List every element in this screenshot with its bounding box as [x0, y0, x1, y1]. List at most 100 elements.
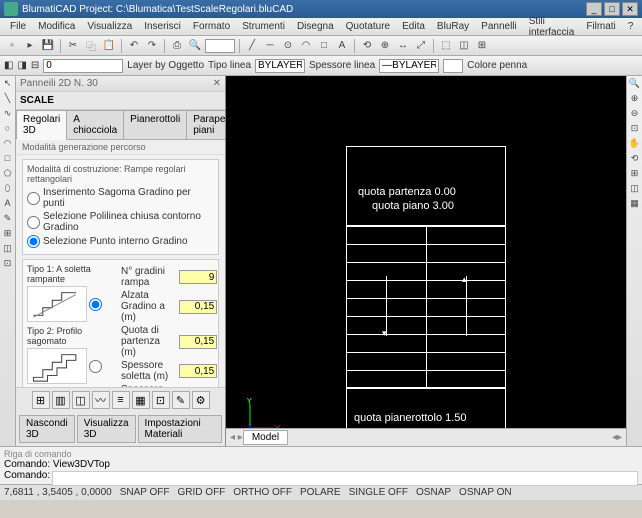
- status-item[interactable]: SNAP OFF: [120, 487, 170, 498]
- view-icon[interactable]: ⚙: [192, 391, 210, 409]
- lineweight-select[interactable]: [379, 59, 439, 73]
- scroll-right-icon[interactable]: ▸: [617, 432, 622, 443]
- quota-input[interactable]: [179, 335, 217, 349]
- redo-icon[interactable]: ↷: [144, 38, 160, 54]
- linetype-select[interactable]: [255, 59, 305, 73]
- view-icon[interactable]: ✎: [172, 391, 190, 409]
- view-icon[interactable]: ▦: [132, 391, 150, 409]
- btab-visualizza[interactable]: Visualizza 3D: [77, 415, 136, 443]
- layer-select[interactable]: [43, 59, 123, 73]
- alzata-input[interactable]: [179, 300, 217, 314]
- menu-item[interactable]: Formato: [187, 19, 236, 34]
- menu-item[interactable]: Inserisci: [138, 19, 187, 34]
- tool-icon[interactable]: ⊖: [628, 108, 642, 122]
- btab-nascondi[interactable]: Nascondi 3D: [19, 415, 75, 443]
- copy-icon[interactable]: ⿻: [83, 38, 99, 54]
- status-item[interactable]: GRID OFF: [178, 487, 226, 498]
- tab-regolari[interactable]: Regolari 3D: [16, 110, 67, 140]
- tool-icon[interactable]: □: [1, 153, 15, 167]
- print-icon[interactable]: ⎙: [169, 38, 185, 54]
- tool-icon[interactable]: ⟲: [628, 153, 642, 167]
- view-icon[interactable]: ▥: [52, 391, 70, 409]
- view-icon[interactable]: 〰: [92, 391, 110, 409]
- tool-icon[interactable]: ⟲: [359, 38, 375, 54]
- radio-polilinea[interactable]: [27, 216, 40, 229]
- undo-icon[interactable]: ↶: [126, 38, 142, 54]
- new-icon[interactable]: ▫: [4, 38, 20, 54]
- tool-icon[interactable]: ◠: [1, 138, 15, 152]
- tool-icon[interactable]: ✋: [628, 138, 642, 152]
- minimize-button[interactable]: _: [586, 2, 602, 16]
- tool-icon[interactable]: ⬠: [1, 168, 15, 182]
- viewport[interactable]: quota partenza 0.00 quota piano 3.00 ▾ ▴…: [226, 76, 626, 446]
- tool-icon[interactable]: A: [334, 38, 350, 54]
- tool-icon[interactable]: ⬯: [1, 183, 15, 197]
- tool-icon[interactable]: □: [316, 38, 332, 54]
- tool-icon[interactable]: ─: [262, 38, 278, 54]
- tool-icon[interactable]: ⊕: [628, 93, 642, 107]
- tool-icon[interactable]: ◫: [456, 38, 472, 54]
- tool-icon[interactable]: ✎: [1, 213, 15, 227]
- menu-item[interactable]: Pannelli: [475, 19, 523, 34]
- menu-item[interactable]: Strumenti: [236, 19, 291, 34]
- menu-item[interactable]: Disegna: [291, 19, 340, 34]
- tab-pianerottoli[interactable]: Pianerottoli: [123, 110, 187, 139]
- color-input[interactable]: [443, 59, 463, 73]
- gradini-input[interactable]: [179, 270, 217, 284]
- zoom-icon[interactable]: 🔍: [187, 38, 203, 54]
- tool-icon[interactable]: A: [1, 198, 15, 212]
- tool-icon[interactable]: ⊞: [474, 38, 490, 54]
- menu-item[interactable]: Edita: [396, 19, 431, 34]
- tool-icon[interactable]: ⊞: [628, 168, 642, 182]
- status-item[interactable]: OSNAP ON: [459, 487, 512, 498]
- radio-punto[interactable]: [27, 235, 40, 248]
- tool-icon[interactable]: ⊡: [1, 258, 15, 272]
- layer-icon[interactable]: ◧: [4, 60, 13, 71]
- tab-parapetti[interactable]: Parapetti piani: [186, 110, 226, 139]
- view-icon[interactable]: ≡: [112, 391, 130, 409]
- tool-icon[interactable]: ○: [1, 123, 15, 137]
- tool-icon[interactable]: ∿: [1, 108, 15, 122]
- tool-icon[interactable]: ⊙: [280, 38, 296, 54]
- tool-icon[interactable]: ⤢: [413, 38, 429, 54]
- menu-item[interactable]: File: [4, 19, 32, 34]
- save-icon[interactable]: 💾: [40, 38, 56, 54]
- tool-icon[interactable]: ▦: [628, 198, 642, 212]
- view-icon[interactable]: ⊡: [152, 391, 170, 409]
- layer-icon[interactable]: ⊟: [31, 60, 39, 71]
- menu-item[interactable]: BluRay: [431, 19, 475, 34]
- tool-icon[interactable]: ◫: [628, 183, 642, 197]
- radio-tipo2[interactable]: [89, 360, 102, 373]
- menu-item[interactable]: Quotature: [340, 19, 396, 34]
- radio-tipo1[interactable]: [89, 298, 102, 311]
- tool-icon[interactable]: ◫: [1, 243, 15, 257]
- tab-chiocciola[interactable]: A chiocciola: [66, 110, 124, 139]
- tool-icon[interactable]: ⊞: [1, 228, 15, 242]
- tool-icon[interactable]: ⊡: [628, 123, 642, 137]
- menu-item[interactable]: Visualizza: [81, 19, 138, 34]
- menu-item[interactable]: ?: [622, 19, 640, 34]
- view-icon[interactable]: ⊞: [32, 391, 50, 409]
- close-button[interactable]: ✕: [622, 2, 638, 16]
- cut-icon[interactable]: ✂: [65, 38, 81, 54]
- maximize-button[interactable]: □: [604, 2, 620, 16]
- tool-icon[interactable]: 🔍: [628, 78, 642, 92]
- menu-item[interactable]: Stili interfaccia: [523, 14, 581, 40]
- open-icon[interactable]: ▸: [22, 38, 38, 54]
- view-icon[interactable]: ◫: [72, 391, 90, 409]
- tool-icon[interactable]: ↔: [395, 38, 411, 54]
- status-item[interactable]: ORTHO OFF: [233, 487, 292, 498]
- tool-icon[interactable]: ◠: [298, 38, 314, 54]
- tool-icon[interactable]: ╱: [244, 38, 260, 54]
- paste-icon[interactable]: 📋: [101, 38, 117, 54]
- tool-icon[interactable]: ⬚: [438, 38, 454, 54]
- radio-sagoma[interactable]: [27, 192, 40, 205]
- zoom-input[interactable]: [205, 39, 235, 53]
- tool-icon[interactable]: ↖: [1, 78, 15, 92]
- menu-item[interactable]: Filmati: [580, 19, 621, 34]
- status-item[interactable]: OSNAP: [416, 487, 451, 498]
- status-item[interactable]: SINGLE OFF: [349, 487, 408, 498]
- soletta-input[interactable]: [179, 364, 217, 378]
- layer-icon[interactable]: ◨: [17, 60, 26, 71]
- status-item[interactable]: POLARE: [300, 487, 341, 498]
